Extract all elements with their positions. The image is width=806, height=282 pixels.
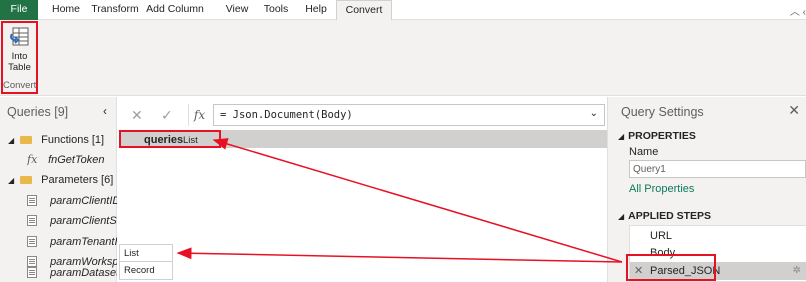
into-table-button[interactable]: Into Table — [3, 23, 36, 79]
tree-folder-label: Functions [1] — [41, 134, 105, 146]
tab-help[interactable]: Help — [301, 0, 331, 20]
collapse-ribbon-icon[interactable]: ︿ ‹ — [790, 3, 806, 18]
collapse-triangle-icon[interactable]: ◢ — [618, 212, 624, 221]
parameter-icon — [27, 267, 37, 278]
grid-header-row: queries List — [119, 130, 607, 148]
step-label: URL — [650, 230, 673, 242]
tree-folder-label: Parameters [6] — [41, 174, 114, 186]
convert-group-label: Convert — [3, 80, 37, 91]
tree-folder-functions[interactable]: ◢ Functions [1] — [8, 130, 104, 150]
ribbon-tab-bar: File Home Transform Add Column View Tool… — [0, 0, 806, 21]
tree-item-label: fnGetToken — [48, 154, 105, 166]
tab-add-column[interactable]: Add Column — [143, 0, 207, 20]
into-table-label-line2: Table — [8, 62, 31, 73]
into-table-label-line1: Into — [11, 51, 28, 62]
tab-tools[interactable]: Tools — [261, 0, 291, 20]
properties-title: PROPERTIES — [628, 130, 696, 142]
tree-folder-parameters[interactable]: ◢ Parameters [6] — [8, 170, 113, 190]
name-label: Name — [629, 146, 659, 158]
tab-home[interactable]: Home — [50, 0, 82, 20]
step-highlight-box — [626, 254, 716, 281]
tree-item-param-tenant-id[interactable]: paramTenantI... — [27, 232, 127, 252]
all-properties-link[interactable]: All Properties — [629, 183, 694, 195]
column-name: queries — [144, 134, 184, 146]
tab-transform[interactable]: Transform — [91, 0, 139, 20]
query-name-field[interactable]: Query1 — [629, 160, 806, 178]
applied-steps-section[interactable]: ◢ APPLIED STEPS — [618, 210, 711, 222]
queries-pane: Queries [9] ‹ ◢ Functions [1] fx fnGetTo… — [0, 97, 132, 282]
into-table-icon — [9, 27, 28, 46]
collapse-pane-icon[interactable]: ‹ — [103, 104, 107, 118]
commit-formula-icon[interactable]: ✓ — [161, 107, 173, 124]
tab-view[interactable]: View — [222, 0, 252, 20]
applied-steps-title: APPLIED STEPS — [628, 210, 712, 222]
gear-icon[interactable]: ✲ — [793, 262, 801, 280]
column-header-queries[interactable]: queries List — [119, 130, 221, 148]
tab-convert[interactable]: Convert — [336, 0, 392, 21]
column-type: List — [183, 135, 198, 146]
cell-record[interactable]: Record — [119, 262, 173, 280]
query-name-value: Query1 — [633, 164, 666, 175]
cell-list[interactable]: List — [119, 244, 173, 262]
parameter-icon — [27, 236, 37, 247]
queries-pane-title: Queries [9] — [7, 105, 69, 119]
collapse-triangle-icon[interactable]: ◢ — [618, 132, 624, 141]
tree-item-param-client-id[interactable]: paramClientID... — [27, 191, 130, 211]
function-icon: fx — [27, 153, 38, 166]
query-settings-title: Query Settings — [621, 105, 704, 119]
editor-area: ✕ ✓ fx = Json.Document(Body) ⌄ queries L… — [117, 97, 607, 282]
step-url[interactable]: URL — [630, 227, 806, 245]
tree-item-label: paramTenantI... — [50, 236, 127, 248]
expand-formula-icon[interactable]: ⌄ — [590, 108, 598, 119]
cell-list-text: List — [124, 248, 139, 259]
tree-item-param-dataset-id[interactable]: paramDatasetI... — [27, 263, 131, 282]
cell-record-text: Record — [124, 265, 155, 276]
convert-group: Into Table Convert — [1, 21, 38, 94]
formula-bar[interactable]: = Json.Document(Body) ⌄ — [213, 104, 605, 126]
formula-text: = Json.Document(Body) — [220, 109, 353, 121]
folder-icon — [20, 176, 33, 184]
close-icon[interactable]: ✕ — [788, 102, 800, 119]
query-settings-pane: Query Settings ✕ ◢ PROPERTIES Name Query1… — [607, 97, 806, 282]
parameter-icon — [27, 195, 37, 206]
folder-icon — [20, 136, 33, 144]
properties-section[interactable]: ◢ PROPERTIES — [618, 130, 696, 142]
parameter-icon — [27, 215, 37, 226]
tree-item-fngettoken[interactable]: fx fnGetToken — [27, 150, 105, 170]
cancel-formula-icon[interactable]: ✕ — [131, 107, 143, 124]
expand-triangle-icon[interactable]: ◢ — [8, 131, 17, 150]
tab-file[interactable]: File — [0, 0, 38, 20]
ribbon: Into Table Convert — [0, 20, 806, 96]
expand-triangle-icon[interactable]: ◢ — [8, 171, 17, 190]
insert-function-button[interactable]: fx — [188, 104, 210, 126]
